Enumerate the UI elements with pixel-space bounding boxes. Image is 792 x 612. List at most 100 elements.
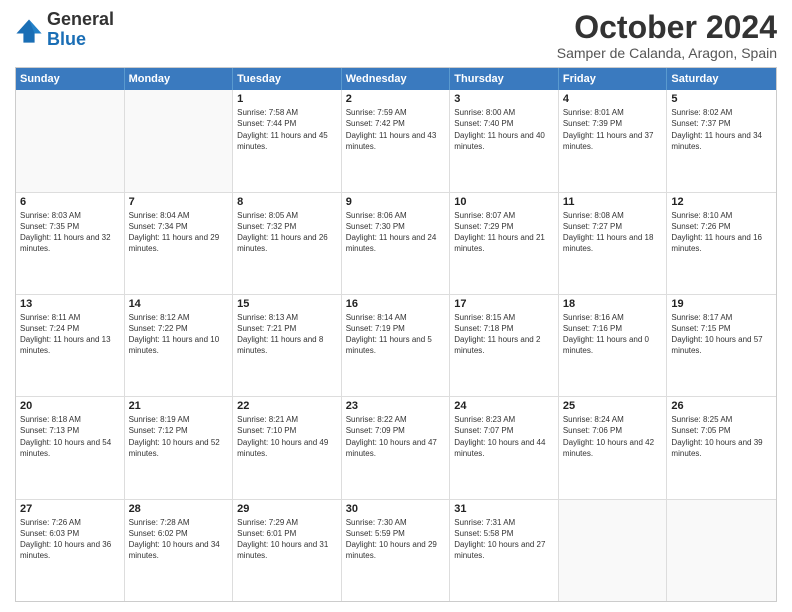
- calendar-cell: 5 Sunrise: 8:02 AM Sunset: 7:37 PM Daylig…: [667, 90, 776, 191]
- calendar-cell: 28 Sunrise: 7:28 AM Sunset: 6:02 PM Dayli…: [125, 500, 234, 601]
- day-info: Sunrise: 8:08 AM Sunset: 7:27 PM Dayligh…: [563, 210, 663, 255]
- day-info: Sunrise: 8:11 AM Sunset: 7:24 PM Dayligh…: [20, 312, 120, 357]
- day-number: 2: [346, 93, 446, 105]
- day-number: 8: [237, 196, 337, 208]
- day-info: Sunrise: 8:03 AM Sunset: 7:35 PM Dayligh…: [20, 210, 120, 255]
- day-number: 3: [454, 93, 554, 105]
- logo-general: General: [47, 10, 114, 30]
- day-info: Sunrise: 7:28 AM Sunset: 6:02 PM Dayligh…: [129, 517, 229, 562]
- day-info: Sunrise: 7:59 AM Sunset: 7:42 PM Dayligh…: [346, 107, 446, 152]
- day-number: 27: [20, 503, 120, 515]
- calendar-row: 1 Sunrise: 7:58 AM Sunset: 7:44 PM Daylig…: [16, 90, 776, 192]
- day-header: Friday: [559, 68, 668, 90]
- day-info: Sunrise: 8:02 AM Sunset: 7:37 PM Dayligh…: [671, 107, 772, 152]
- day-number: 10: [454, 196, 554, 208]
- day-number: 4: [563, 93, 663, 105]
- logo-blue: Blue: [47, 30, 114, 50]
- day-info: Sunrise: 8:25 AM Sunset: 7:05 PM Dayligh…: [671, 414, 772, 459]
- day-number: 6: [20, 196, 120, 208]
- day-number: 1: [237, 93, 337, 105]
- calendar-row: 6 Sunrise: 8:03 AM Sunset: 7:35 PM Daylig…: [16, 193, 776, 295]
- calendar-cell: 29Sunrise: 7:29 AM Sunset: 6:01 PM Dayli…: [233, 500, 342, 601]
- day-number: 19: [671, 298, 772, 310]
- logo-text: General Blue: [47, 10, 114, 50]
- calendar-cell: 6 Sunrise: 8:03 AM Sunset: 7:35 PM Daylig…: [16, 193, 125, 294]
- day-number: 7: [129, 196, 229, 208]
- day-header: Monday: [125, 68, 234, 90]
- month-title: October 2024: [557, 10, 777, 45]
- calendar-cell: 23 Sunrise: 8:22 AM Sunset: 7:09 PM Dayli…: [342, 397, 451, 498]
- calendar-cell: 14Sunrise: 8:12 AM Sunset: 7:22 PM Dayli…: [125, 295, 234, 396]
- day-number: 22: [237, 400, 337, 412]
- calendar-cell: [667, 500, 776, 601]
- calendar-cell: 19 Sunrise: 8:17 AM Sunset: 7:15 PM Dayli…: [667, 295, 776, 396]
- day-info: Sunrise: 7:26 AM Sunset: 6:03 PM Dayligh…: [20, 517, 120, 562]
- day-header: Wednesday: [342, 68, 451, 90]
- calendar-cell: 26 Sunrise: 8:25 AM Sunset: 7:05 PM Dayli…: [667, 397, 776, 498]
- calendar: SundayMondayTuesdayWednesdayThursdayFrid…: [15, 67, 777, 602]
- calendar-cell: [125, 90, 234, 191]
- day-number: 11: [563, 196, 663, 208]
- day-info: Sunrise: 8:16 AM Sunset: 7:16 PM Dayligh…: [563, 312, 663, 357]
- day-number: 9: [346, 196, 446, 208]
- day-info: Sunrise: 8:00 AM Sunset: 7:40 PM Dayligh…: [454, 107, 554, 152]
- day-info: Sunrise: 8:14 AM Sunset: 7:19 PM Dayligh…: [346, 312, 446, 357]
- day-info: Sunrise: 8:12 AM Sunset: 7:22 PM Dayligh…: [129, 312, 229, 357]
- header: General Blue October 2024 Samper de Cala…: [15, 10, 777, 61]
- calendar-cell: [16, 90, 125, 191]
- day-number: 17: [454, 298, 554, 310]
- calendar-cell: 12Sunrise: 8:10 AM Sunset: 7:26 PM Dayli…: [667, 193, 776, 294]
- day-number: 5: [671, 93, 772, 105]
- calendar-cell: 16 Sunrise: 8:14 AM Sunset: 7:19 PM Dayli…: [342, 295, 451, 396]
- calendar-cell: 13 Sunrise: 8:11 AM Sunset: 7:24 PM Dayli…: [16, 295, 125, 396]
- day-info: Sunrise: 7:30 AM Sunset: 5:59 PM Dayligh…: [346, 517, 446, 562]
- day-info: Sunrise: 8:22 AM Sunset: 7:09 PM Dayligh…: [346, 414, 446, 459]
- calendar-cell: 2 Sunrise: 7:59 AM Sunset: 7:42 PM Daylig…: [342, 90, 451, 191]
- day-info: Sunrise: 8:05 AM Sunset: 7:32 PM Dayligh…: [237, 210, 337, 255]
- day-info: Sunrise: 8:21 AM Sunset: 7:10 PM Dayligh…: [237, 414, 337, 459]
- day-info: Sunrise: 8:17 AM Sunset: 7:15 PM Dayligh…: [671, 312, 772, 357]
- day-number: 23: [346, 400, 446, 412]
- day-info: Sunrise: 8:10 AM Sunset: 7:26 PM Dayligh…: [671, 210, 772, 255]
- calendar-cell: 4 Sunrise: 8:01 AM Sunset: 7:39 PM Daylig…: [559, 90, 668, 191]
- day-header: Thursday: [450, 68, 559, 90]
- day-number: 20: [20, 400, 120, 412]
- day-info: Sunrise: 8:19 AM Sunset: 7:12 PM Dayligh…: [129, 414, 229, 459]
- day-number: 21: [129, 400, 229, 412]
- calendar-cell: 9 Sunrise: 8:06 AM Sunset: 7:30 PM Daylig…: [342, 193, 451, 294]
- calendar-cell: 7 Sunrise: 8:04 AM Sunset: 7:34 PM Daylig…: [125, 193, 234, 294]
- day-info: Sunrise: 8:06 AM Sunset: 7:30 PM Dayligh…: [346, 210, 446, 255]
- calendar-cell: 3 Sunrise: 8:00 AM Sunset: 7:40 PM Daylig…: [450, 90, 559, 191]
- location: Samper de Calanda, Aragon, Spain: [557, 45, 777, 61]
- logo: General Blue: [15, 10, 114, 50]
- day-info: Sunrise: 7:58 AM Sunset: 7:44 PM Dayligh…: [237, 107, 337, 152]
- day-number: 16: [346, 298, 446, 310]
- day-info: Sunrise: 7:29 AM Sunset: 6:01 PM Dayligh…: [237, 517, 337, 562]
- day-info: Sunrise: 8:01 AM Sunset: 7:39 PM Dayligh…: [563, 107, 663, 152]
- calendar-cell: 27 Sunrise: 7:26 AM Sunset: 6:03 PM Dayli…: [16, 500, 125, 601]
- day-info: Sunrise: 8:18 AM Sunset: 7:13 PM Dayligh…: [20, 414, 120, 459]
- calendar-cell: 24Sunrise: 8:23 AM Sunset: 7:07 PM Dayli…: [450, 397, 559, 498]
- title-section: October 2024 Samper de Calanda, Aragon, …: [557, 10, 777, 61]
- calendar-row: 27 Sunrise: 7:26 AM Sunset: 6:03 PM Dayli…: [16, 500, 776, 601]
- day-header: Sunday: [16, 68, 125, 90]
- day-number: 15: [237, 298, 337, 310]
- calendar-header: SundayMondayTuesdayWednesdayThursdayFrid…: [16, 68, 776, 90]
- day-number: 31: [454, 503, 554, 515]
- calendar-cell: 8 Sunrise: 8:05 AM Sunset: 7:32 PM Daylig…: [233, 193, 342, 294]
- day-number: 26: [671, 400, 772, 412]
- calendar-cell: 17 Sunrise: 8:15 AM Sunset: 7:18 PM Dayli…: [450, 295, 559, 396]
- page: General Blue October 2024 Samper de Cala…: [0, 0, 792, 612]
- day-number: 28: [129, 503, 229, 515]
- day-number: 13: [20, 298, 120, 310]
- day-info: Sunrise: 8:07 AM Sunset: 7:29 PM Dayligh…: [454, 210, 554, 255]
- calendar-cell: [559, 500, 668, 601]
- day-info: Sunrise: 8:04 AM Sunset: 7:34 PM Dayligh…: [129, 210, 229, 255]
- day-number: 25: [563, 400, 663, 412]
- calendar-body: 1 Sunrise: 7:58 AM Sunset: 7:44 PM Daylig…: [16, 90, 776, 601]
- day-info: Sunrise: 8:15 AM Sunset: 7:18 PM Dayligh…: [454, 312, 554, 357]
- day-number: 30: [346, 503, 446, 515]
- day-number: 18: [563, 298, 663, 310]
- calendar-cell: 18 Sunrise: 8:16 AM Sunset: 7:16 PM Dayli…: [559, 295, 668, 396]
- day-info: Sunrise: 8:24 AM Sunset: 7:06 PM Dayligh…: [563, 414, 663, 459]
